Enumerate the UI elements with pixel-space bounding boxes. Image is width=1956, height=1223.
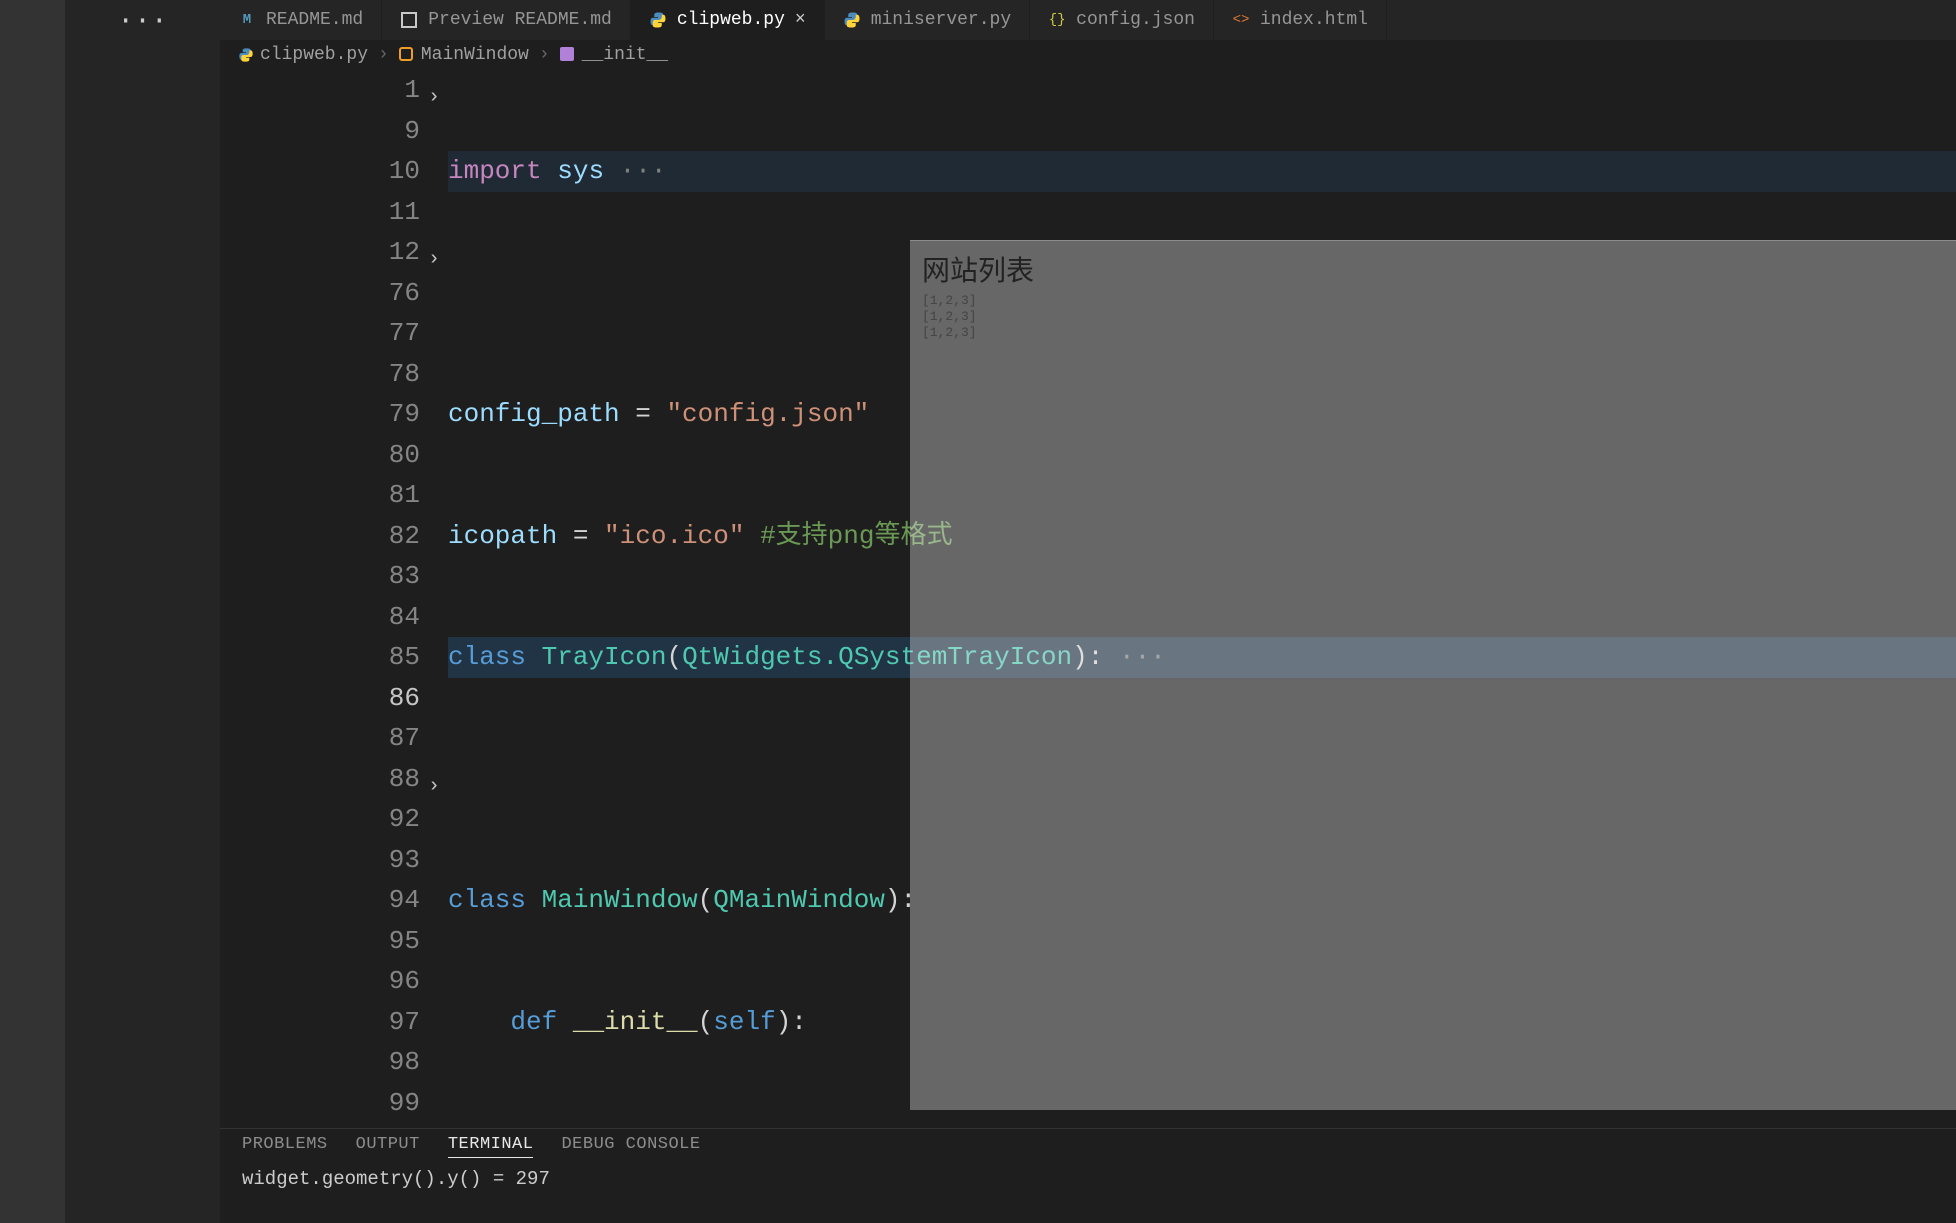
breadcrumb[interactable]: clipweb.py › MainWindow › __init__ <box>220 40 1956 70</box>
tab-label: miniserver.py <box>871 10 1011 30</box>
tab-preview-readme[interactable]: Preview README.md <box>382 0 631 40</box>
line-number: 99 <box>220 1083 420 1124</box>
tab-miniserver[interactable]: miniserver.py <box>825 0 1030 40</box>
line-number: 87 <box>220 718 420 759</box>
chevron-right-icon: › <box>378 45 389 65</box>
line-number: 88 <box>220 759 420 800</box>
tab-label: clipweb.py <box>677 10 785 30</box>
line-number: 96 <box>220 961 420 1002</box>
panel-tab-debug-console[interactable]: DEBUG CONSOLE <box>561 1135 700 1158</box>
line-number: 94 <box>220 880 420 921</box>
line-number: 80 <box>220 435 420 476</box>
tab-readme[interactable]: M README.md <box>220 0 382 40</box>
fold-icon[interactable]: › <box>424 240 444 281</box>
line-number: 97 <box>220 1002 420 1043</box>
activity-bar <box>0 0 65 1223</box>
panel-tab-output[interactable]: OUTPUT <box>356 1135 420 1158</box>
side-panel: ··· <box>65 0 220 1223</box>
tab-index-html[interactable]: <> index.html <box>1214 0 1387 40</box>
line-number: 85 <box>220 637 420 678</box>
python-icon <box>238 47 254 63</box>
tab-clipweb[interactable]: clipweb.py × <box>631 0 825 40</box>
line-number: 77 <box>220 313 420 354</box>
panel-tab-terminal[interactable]: TERMINAL <box>448 1135 534 1158</box>
line-number: 10 <box>220 151 420 192</box>
line-number: 81 <box>220 475 420 516</box>
breadcrumb-file[interactable]: clipweb.py <box>238 45 368 65</box>
terminal-output[interactable]: widget.geometry().y() = 297 <box>220 1164 1956 1194</box>
tab-label: Preview README.md <box>428 10 612 30</box>
json-icon: {} <box>1048 11 1066 29</box>
line-number: 98 <box>220 1042 420 1083</box>
overlay-title: 网站列表 <box>922 249 1034 289</box>
line-number: 78 <box>220 354 420 395</box>
line-number: 93 <box>220 840 420 881</box>
preview-icon <box>400 11 418 29</box>
tab-label: README.md <box>266 10 363 30</box>
breadcrumb-class[interactable]: MainWindow <box>399 45 529 65</box>
symbol-method-icon <box>560 47 576 63</box>
overlay-content: [1,2,3] [1,2,3] [1,2,3] <box>922 293 977 341</box>
close-icon[interactable]: × <box>795 10 806 30</box>
tab-bar: M README.md Preview README.md clipweb.py… <box>220 0 1956 40</box>
line-number: 76 <box>220 273 420 314</box>
overlay-window[interactable]: 网站列表 [1,2,3] [1,2,3] [1,2,3] <box>910 240 1956 1110</box>
chevron-right-icon: › <box>539 45 550 65</box>
menu-ellipsis-icon[interactable]: ··· <box>65 0 220 43</box>
panel-tabs: PROBLEMS OUTPUT TERMINAL DEBUG CONSOLE <box>220 1129 1956 1164</box>
tab-config-json[interactable]: {} config.json <box>1030 0 1214 40</box>
tab-label: index.html <box>1260 10 1368 30</box>
line-number: 92 <box>220 799 420 840</box>
gutter: 1›9101112›76777879808182838485868788›929… <box>220 70 448 1128</box>
line-number: 1 <box>220 70 420 111</box>
line-number: 84 <box>220 597 420 638</box>
line-number: 79 <box>220 394 420 435</box>
line-number: 9 <box>220 111 420 152</box>
fold-icon[interactable]: › <box>424 767 444 808</box>
line-number: 12 <box>220 232 420 273</box>
python-icon <box>843 11 861 29</box>
line-number: 95 <box>220 921 420 962</box>
line-number: 82 <box>220 516 420 557</box>
tab-label: config.json <box>1076 10 1195 30</box>
python-icon <box>649 11 667 29</box>
panel-tab-problems[interactable]: PROBLEMS <box>242 1135 328 1158</box>
markdown-icon: M <box>238 11 256 29</box>
line-number: 11 <box>220 192 420 233</box>
html-icon: <> <box>1232 11 1250 29</box>
line-number: 86 <box>220 678 420 719</box>
fold-icon[interactable]: › <box>424 78 444 119</box>
breadcrumb-method[interactable]: __init__ <box>560 45 668 65</box>
symbol-class-icon <box>399 47 415 63</box>
line-number: 83 <box>220 556 420 597</box>
bottom-panel: PROBLEMS OUTPUT TERMINAL DEBUG CONSOLE w… <box>220 1128 1956 1223</box>
